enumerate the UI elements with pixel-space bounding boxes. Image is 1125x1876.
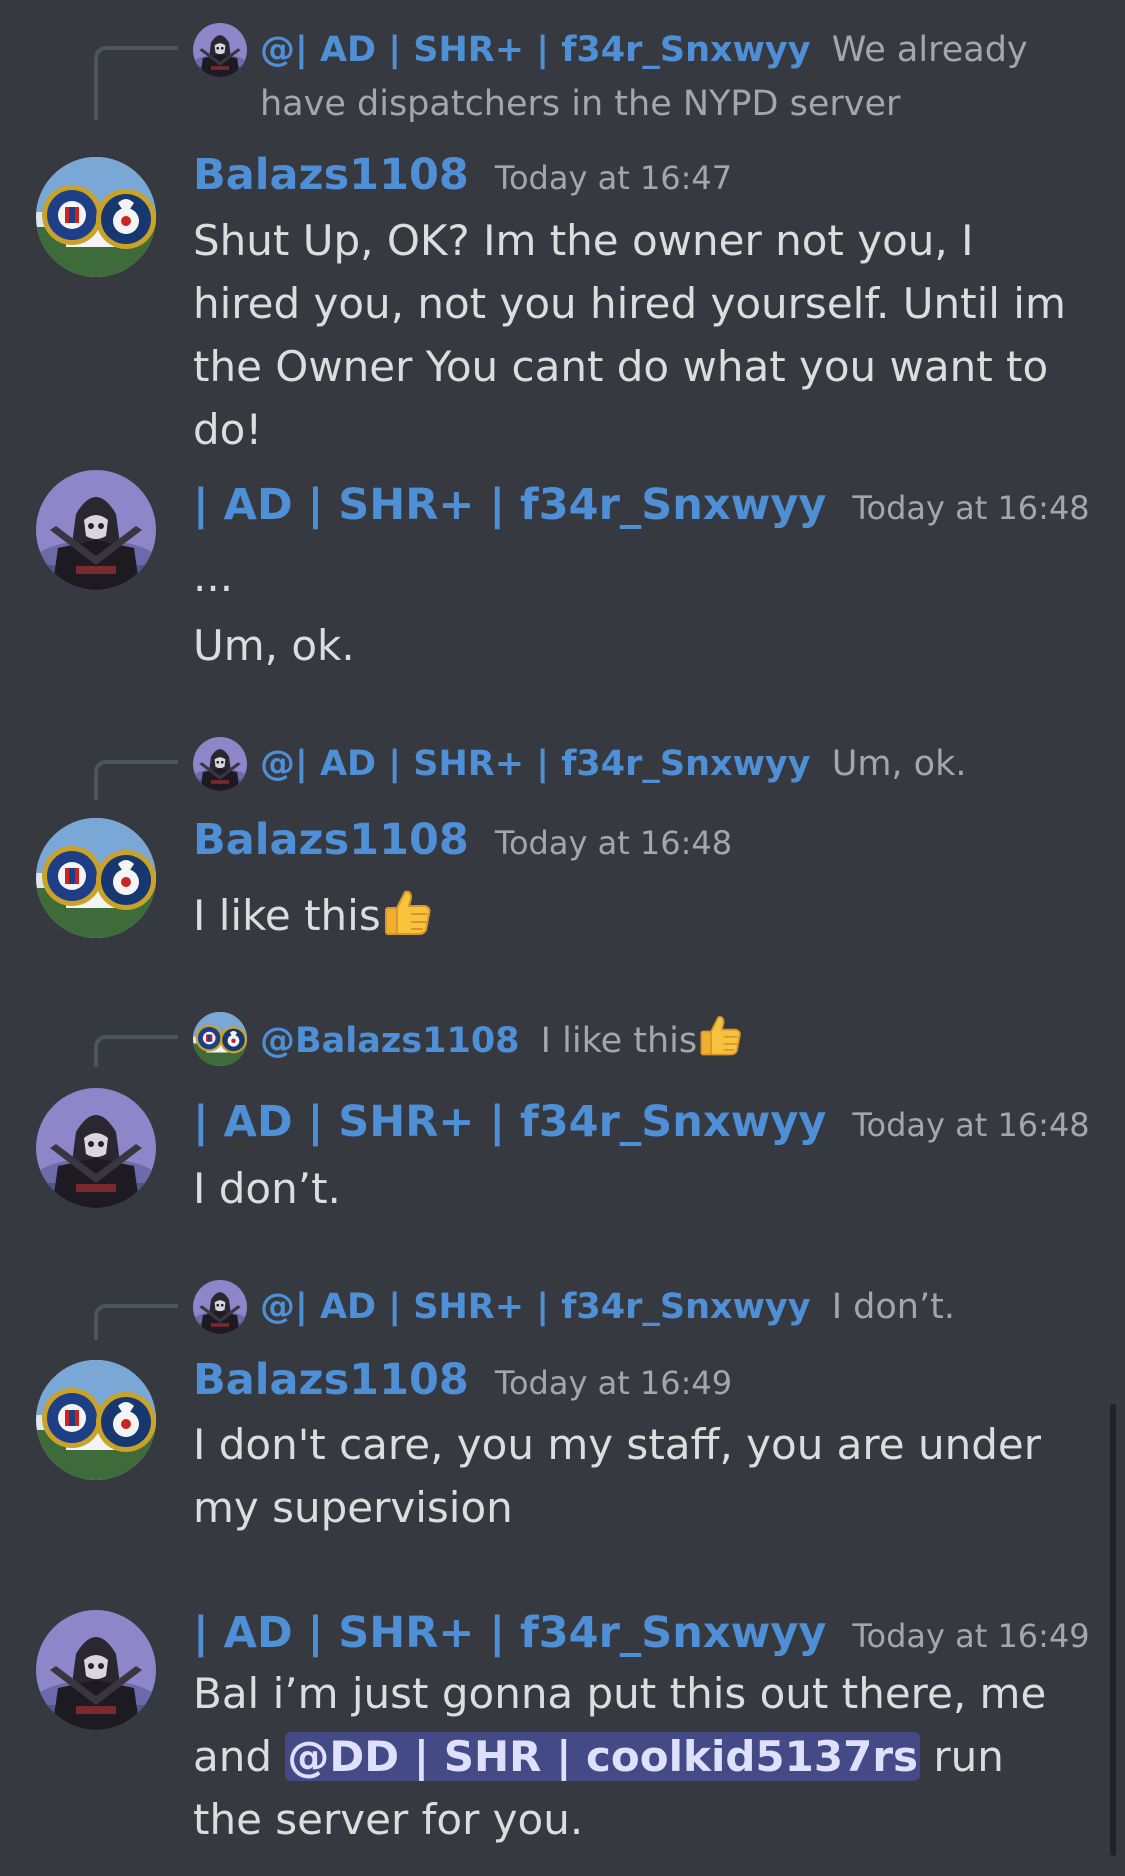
username[interactable]: Balazs1108 [193, 815, 469, 865]
reply-spine [94, 46, 178, 120]
timestamp: Today at 16:48 [852, 489, 1090, 527]
username[interactable]: | AD | SHR+ | f34r_Snxwyy [193, 1608, 826, 1658]
message-header: Balazs1108 Today at 16:47 [193, 150, 732, 200]
username[interactable]: | AD | SHR+ | f34r_Snxwyy [193, 1097, 826, 1147]
reply-avatar[interactable] [193, 737, 247, 791]
reply-spine [94, 1304, 178, 1340]
avatar[interactable] [36, 1610, 156, 1730]
message-header: Balazs1108 Today at 16:49 [193, 1355, 732, 1405]
message-header: | AD | SHR+ | f34r_Snxwyy Today at 16:48 [193, 480, 1090, 530]
message-content: I don’t. [193, 1164, 341, 1213]
reply-avatar[interactable] [193, 1012, 247, 1066]
message-text: I like this [193, 891, 381, 940]
chat-messages: @| AD | SHR+ | f34r_Snxwyy We already ha… [0, 0, 1125, 1876]
username[interactable]: Balazs1108 [193, 150, 469, 200]
message-content: I don't care, you my staff, you are unde… [193, 1420, 1041, 1532]
reply-spine [94, 760, 178, 800]
reply-author[interactable]: @| AD | SHR+ | f34r_Snxwyy [260, 1287, 811, 1327]
message-header: | AD | SHR+ | f34r_Snxwyy Today at 16:49 [193, 1608, 1090, 1658]
avatar[interactable] [36, 157, 156, 277]
avatar[interactable] [36, 470, 156, 590]
message-header: Balazs1108 Today at 16:48 [193, 815, 732, 865]
thumbs-up-emoji [697, 1012, 743, 1058]
reply-preview[interactable]: @Balazs1108 I like this [260, 1012, 743, 1068]
timestamp: Today at 16:49 [494, 1364, 733, 1402]
reply-author[interactable]: @Balazs1108 [260, 1021, 520, 1061]
timestamp: Today at 16:49 [852, 1617, 1090, 1655]
timestamp: Today at 16:48 [852, 1106, 1090, 1144]
reply-text: Um, ok. [831, 744, 967, 784]
avatar[interactable] [36, 1360, 156, 1480]
reply-author[interactable]: @| AD | SHR+ | f34r_Snxwyy [260, 30, 811, 70]
reply-avatar[interactable] [193, 23, 247, 77]
reply-spine [94, 1035, 178, 1067]
avatar[interactable] [36, 818, 156, 938]
message-content: Bal i’m just gonna put this out there, m… [193, 1662, 1083, 1851]
timestamp: Today at 16:47 [494, 159, 733, 197]
reply-author[interactable]: @| AD | SHR+ | f34r_Snxwyy [260, 744, 811, 784]
message-header: | AD | SHR+ | f34r_Snxwyy Today at 16:48 [193, 1097, 1090, 1147]
reply-preview[interactable]: @| AD | SHR+ | f34r_Snxwyy Um, ok. [260, 737, 966, 791]
reply-text: I don’t. [831, 1287, 955, 1327]
avatar[interactable] [36, 1088, 156, 1208]
username[interactable]: | AD | SHR+ | f34r_Snxwyy [193, 480, 826, 530]
scrollbar[interactable] [1110, 1404, 1116, 1856]
message-content: Um, ok. [193, 621, 355, 670]
thumbs-up-emoji [381, 886, 433, 938]
reply-avatar[interactable] [193, 1280, 247, 1334]
reply-text: I like this [540, 1021, 698, 1061]
reply-preview[interactable]: @| AD | SHR+ | f34r_Snxwyy We already ha… [260, 23, 1090, 131]
username[interactable]: Balazs1108 [193, 1355, 469, 1405]
reply-preview[interactable]: @| AD | SHR+ | f34r_Snxwyy I don’t. [260, 1280, 955, 1334]
timestamp: Today at 16:48 [494, 824, 733, 862]
message-content: Shut Up, OK? Im the owner not you, I hir… [193, 216, 1066, 454]
message-content: I like this [193, 884, 1083, 947]
message-content: ... [193, 552, 234, 601]
user-mention[interactable]: @DD | SHR | coolkid5137rs [285, 1732, 921, 1781]
